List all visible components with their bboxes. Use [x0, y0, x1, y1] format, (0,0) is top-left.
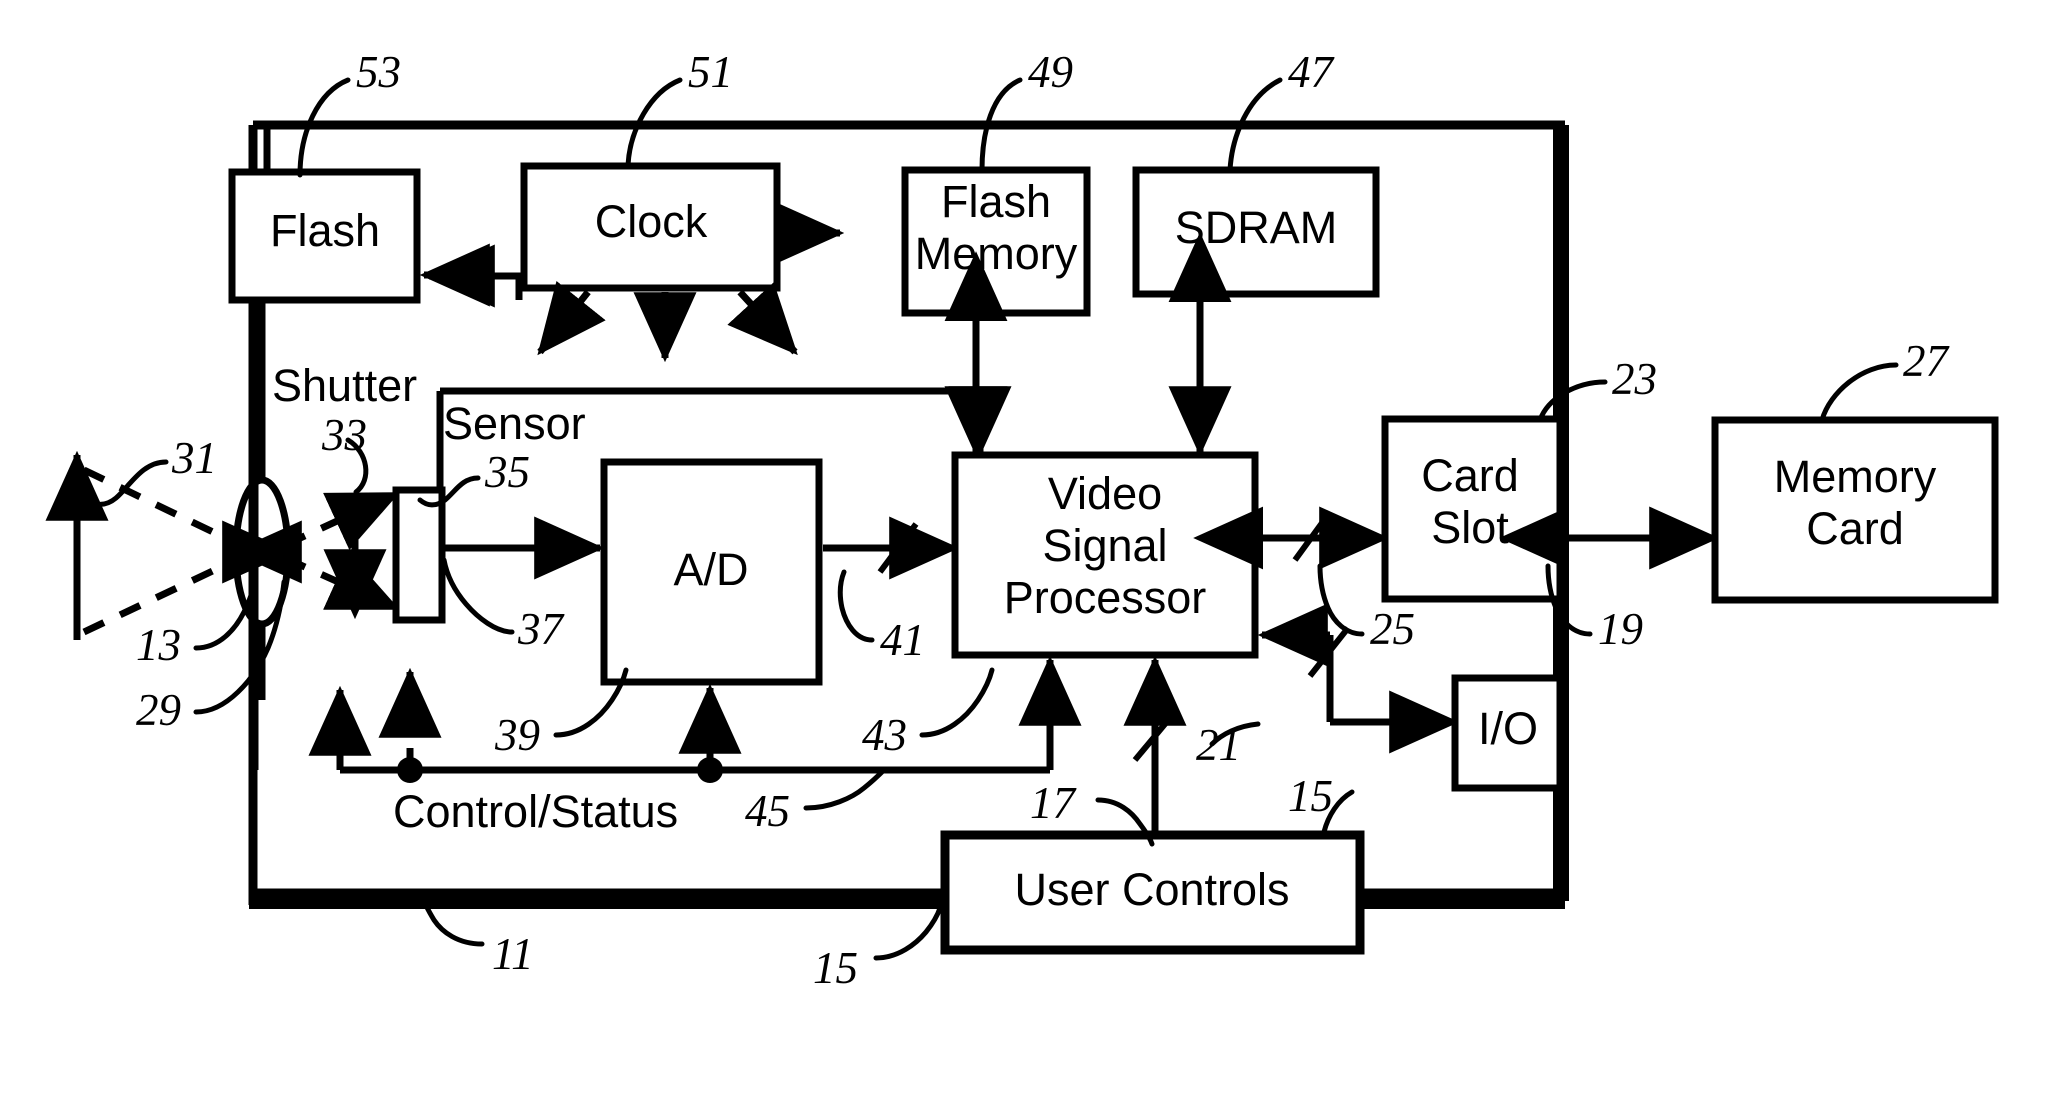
ref-numeral-33: 33	[322, 410, 367, 460]
ref-numeral-19: 19	[1598, 604, 1643, 654]
ref-numeral-51: 51	[688, 47, 733, 97]
ref-numeral-13: 13	[136, 620, 181, 670]
vsp-block-label-line2: Signal	[1042, 520, 1168, 571]
control-status-label: Control/Status	[393, 786, 679, 837]
clock-block-shape	[520, 162, 845, 363]
clock-block-label: Clock	[594, 196, 708, 247]
ref-numeral-45: 45	[745, 786, 790, 836]
flash-memory-block-label-line1: Flash	[940, 176, 1052, 227]
clock-to-flash-line	[424, 244, 523, 308]
sensor-label: Sensor	[443, 398, 586, 449]
sdram-block-label: SDRAM	[1174, 202, 1338, 253]
shutter-label: Shutter	[272, 360, 418, 411]
ref-numeral-47: 47	[1288, 47, 1333, 97]
memory-card-block-label-line2: Card	[1806, 503, 1904, 554]
io-block-label: I/O	[1477, 703, 1539, 754]
card-slot-block-label-line1: Card	[1421, 450, 1519, 501]
memory-card-block-label-line1: Memory	[1773, 451, 1937, 502]
ref-numeral-35: 35	[485, 447, 530, 497]
control-status-bus	[308, 667, 1050, 783]
card-slot-block-label-line2: Slot	[1431, 502, 1509, 553]
ref-numeral-15: 15	[1288, 771, 1333, 821]
flash-memory-block-label-line2: Memory	[914, 228, 1078, 279]
ref-numeral-23: 23	[1612, 354, 1657, 404]
vsp-block-label-line1: Video	[1047, 468, 1163, 519]
ref-numeral-49: 49	[1028, 47, 1073, 97]
ref-numeral-37: 37	[518, 604, 563, 654]
vsp-block-label-line3: Processor	[1003, 572, 1207, 623]
ad-block-label: A/D	[673, 544, 749, 595]
ref-numeral-27: 27	[1903, 336, 1948, 386]
diagram-svg	[45, 120, 1999, 955]
figure-canvas: Flash Clock Flash Memory SDRAM A/D Video…	[0, 0, 2072, 1104]
ref-numeral-15-bottom: 15	[813, 943, 858, 993]
ref-numeral-39: 39	[495, 710, 540, 760]
user-controls-block-label: User Controls	[1014, 864, 1290, 915]
ref-numeral-43: 43	[862, 710, 907, 760]
ref-numeral-53: 53	[356, 47, 401, 97]
flash-block-label: Flash	[269, 205, 381, 256]
ref-numeral-25: 25	[1370, 604, 1415, 654]
ref-numeral-31: 31	[172, 433, 217, 483]
ref-numeral-41: 41	[880, 615, 925, 665]
ref-numeral-11: 11	[492, 929, 534, 979]
ref-numeral-17: 17	[1030, 778, 1075, 828]
ref-numeral-21: 21	[1196, 720, 1241, 770]
user-controls-block-shape	[253, 830, 1561, 955]
ref-numeral-29: 29	[136, 685, 181, 735]
